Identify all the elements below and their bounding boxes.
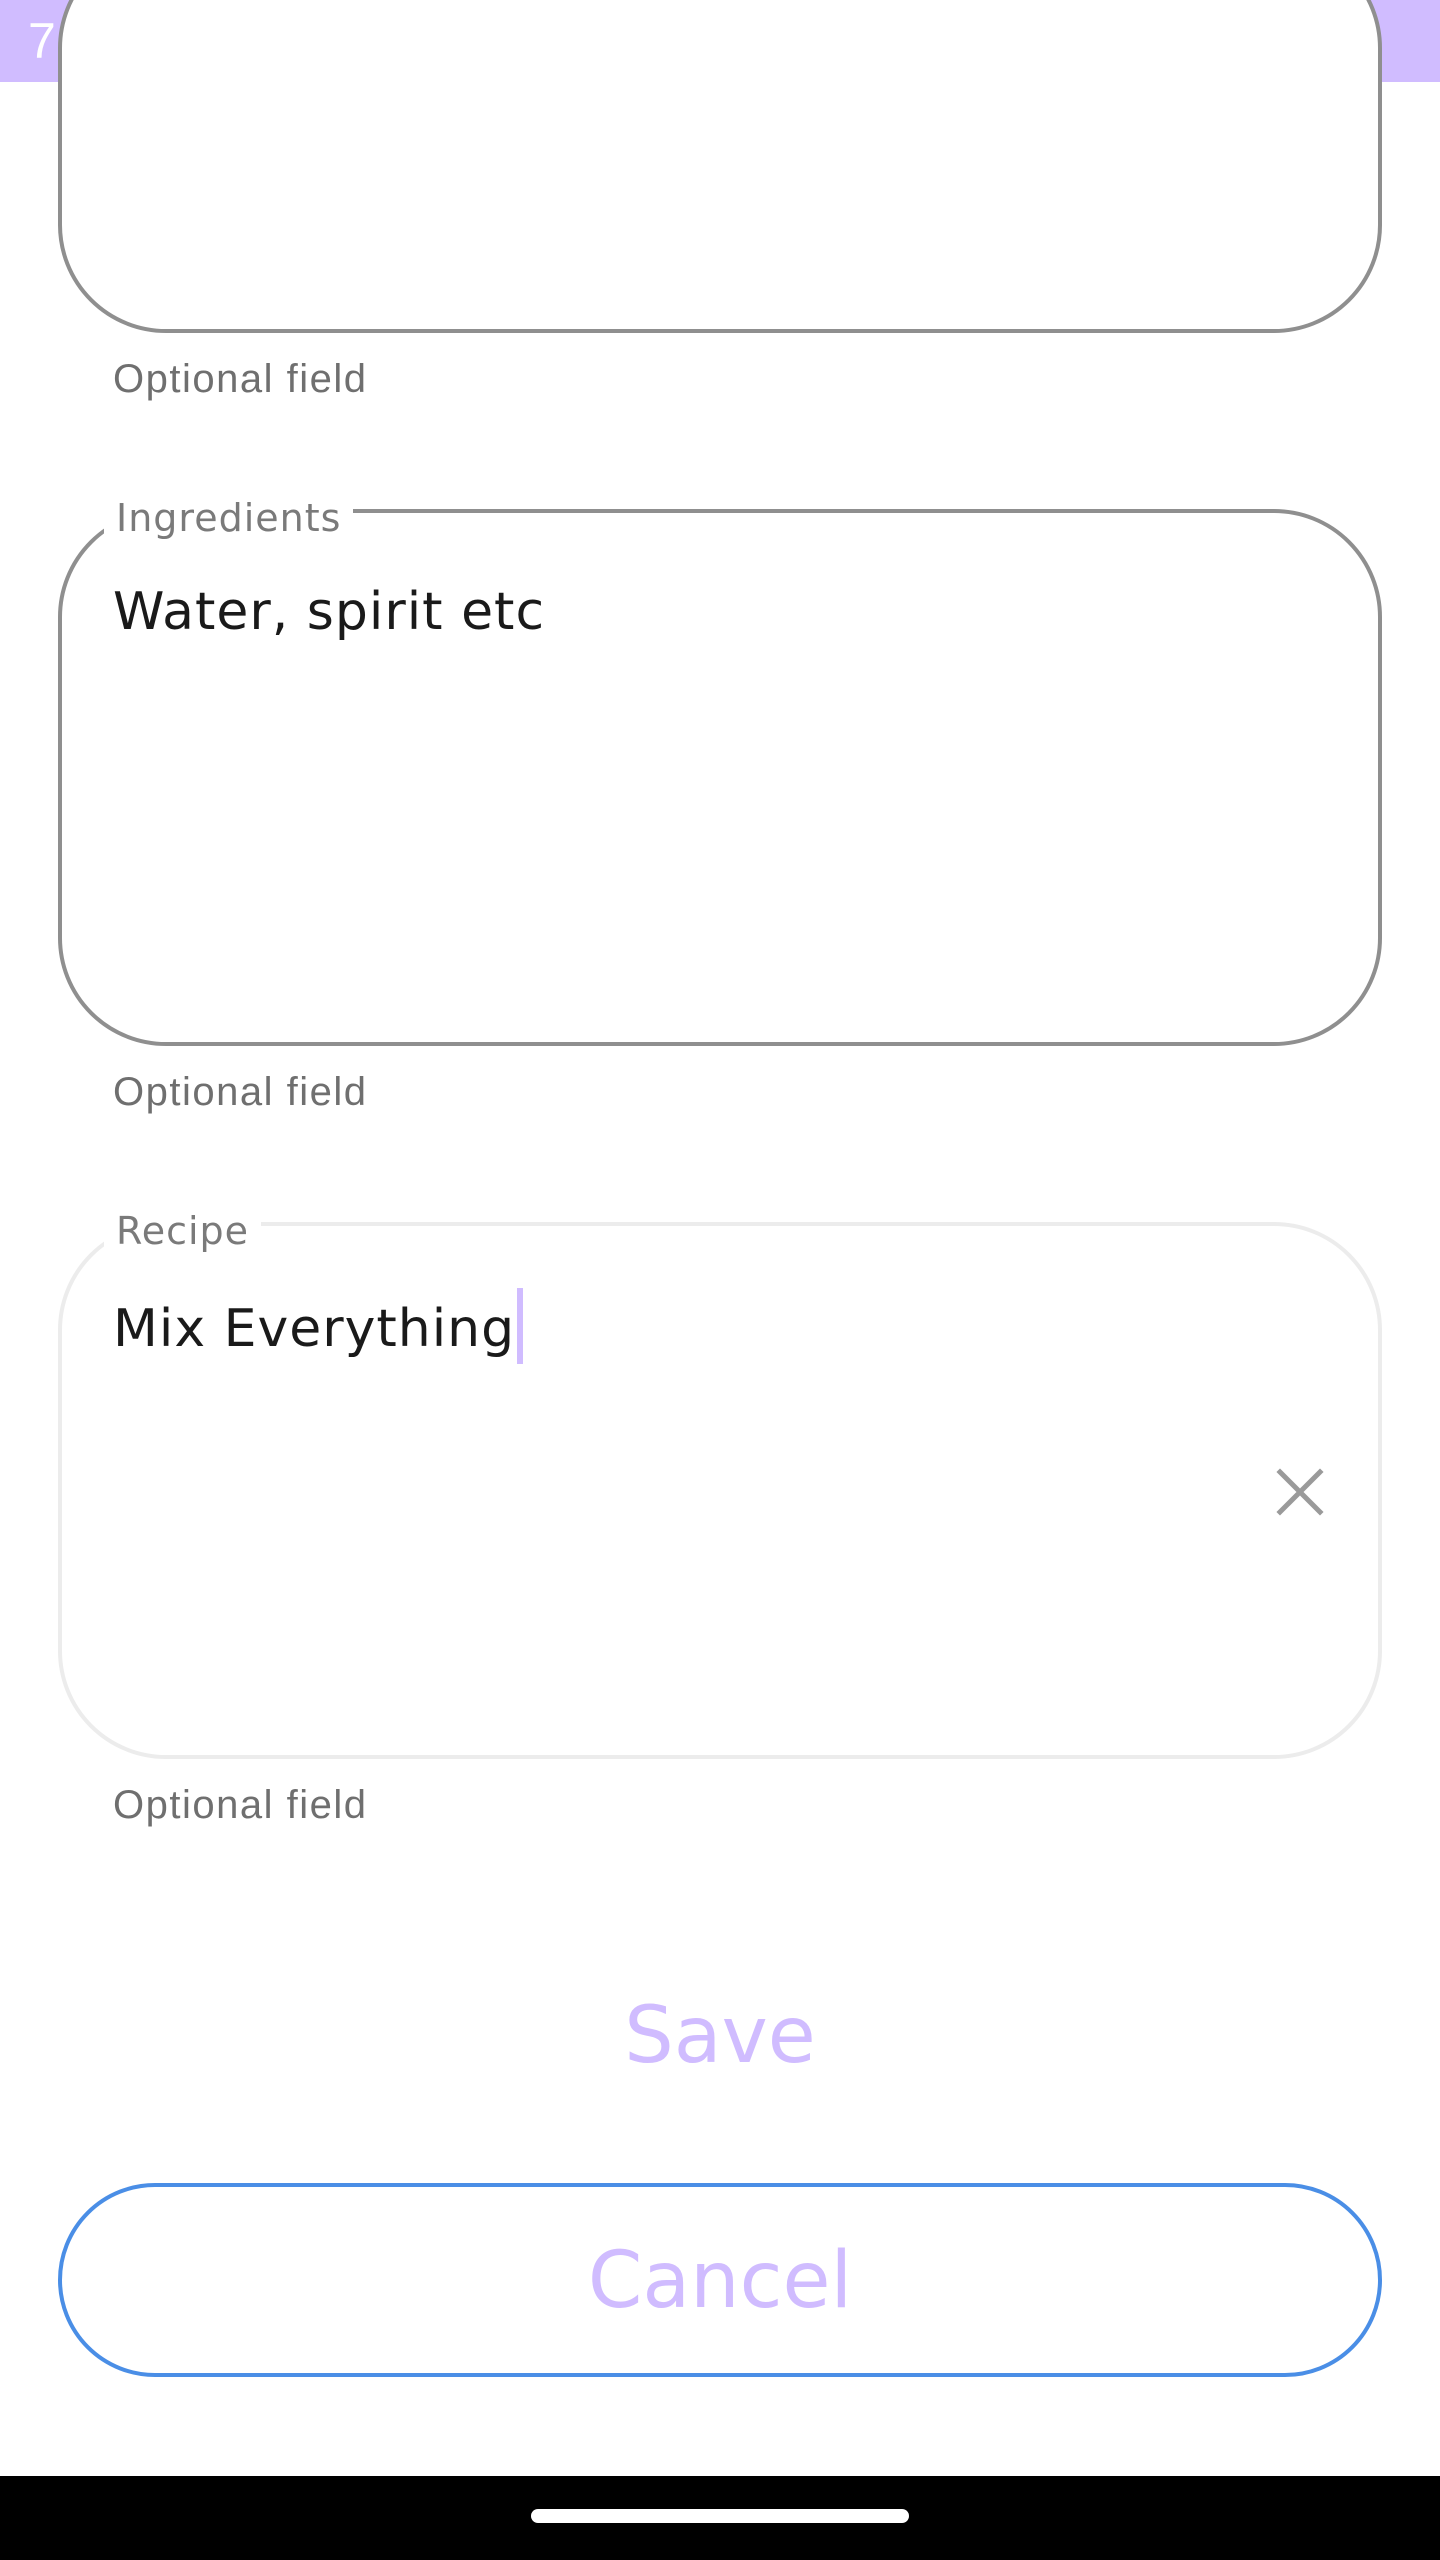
ingredients-label: Ingredients [104, 496, 354, 540]
ingredients-helper-text: Optional field [113, 1070, 368, 1114]
cancel-button[interactable]: Cancel [58, 2183, 1382, 2377]
close-icon[interactable] [1270, 1462, 1330, 1522]
recipe-label: Recipe [104, 1209, 262, 1253]
ingredients-value[interactable]: Water, spirit etc [113, 580, 545, 644]
recipe-value: Mix Everything [113, 1299, 516, 1359]
home-gesture-handle[interactable] [531, 2509, 909, 2523]
recipe-helper-text: Optional field [113, 1783, 368, 1827]
top-text-field[interactable] [58, 0, 1382, 333]
top-field-helper-text: Optional field [113, 357, 368, 401]
text-cursor [517, 1288, 524, 1364]
recipe-value-wrapper[interactable]: Mix Everything [113, 1288, 524, 1370]
save-button[interactable]: Save [58, 1970, 1382, 2100]
screen: 7:37 Optional field Ingredients Water, s… [0, 0, 1440, 2560]
